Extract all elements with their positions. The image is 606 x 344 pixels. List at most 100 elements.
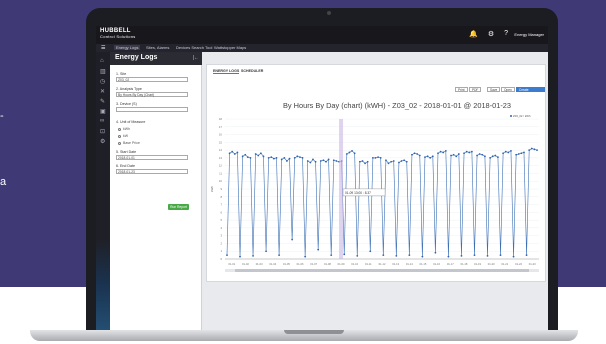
y-tick-label: 17 bbox=[219, 125, 223, 129]
help-icon[interactable]: ? bbox=[504, 30, 508, 38]
open-button[interactable]: Open bbox=[501, 87, 515, 92]
camera-icon bbox=[327, 11, 331, 15]
settings-icon[interactable]: ⚙ bbox=[100, 138, 105, 145]
data-point bbox=[390, 160, 393, 163]
data-point bbox=[403, 159, 406, 162]
data-point bbox=[327, 158, 330, 161]
data-point bbox=[345, 153, 348, 155]
data-point bbox=[312, 158, 314, 161]
tooltip-text: 01-09 13:00 : 8.37 bbox=[345, 191, 371, 195]
data-point bbox=[314, 160, 317, 163]
data-point bbox=[259, 152, 262, 155]
data-point bbox=[330, 254, 333, 257]
save-button[interactable]: Save bbox=[487, 87, 501, 92]
data-point bbox=[525, 254, 528, 257]
tools-icon[interactable]: ✕ bbox=[100, 88, 105, 95]
y-tick-label: 2 bbox=[220, 241, 222, 245]
data-point bbox=[395, 254, 398, 257]
energy-chart[interactable]: 0123456789101112131415161718kWh01-01 01-0… bbox=[207, 109, 547, 281]
data-point bbox=[351, 149, 353, 152]
y-tick-label: 11 bbox=[219, 171, 222, 175]
data-point bbox=[517, 153, 520, 155]
pdf-select[interactable]: PDF bbox=[469, 87, 482, 92]
data-point bbox=[332, 159, 335, 162]
data-point bbox=[520, 152, 523, 155]
radio-base-price[interactable]: Base Price bbox=[118, 141, 140, 145]
x-tick-label: 01-11 bbox=[365, 262, 372, 266]
panel-header: Energy Logs |← bbox=[110, 52, 202, 65]
data-point bbox=[356, 254, 359, 257]
collapse-icon[interactable]: |← bbox=[193, 55, 199, 61]
data-point bbox=[478, 153, 481, 155]
data-point bbox=[377, 156, 379, 159]
lock-icon[interactable]: ⊡ bbox=[100, 128, 105, 135]
data-point bbox=[257, 154, 260, 157]
data-point bbox=[317, 248, 320, 251]
user-name[interactable]: Energy Manager bbox=[514, 32, 544, 37]
data-point bbox=[530, 147, 533, 150]
data-point bbox=[228, 152, 231, 155]
data-point bbox=[463, 152, 465, 155]
x-tick-label: 01-06 bbox=[297, 262, 304, 266]
link-icon[interactable]: ∞ bbox=[100, 118, 104, 124]
radio-kwh[interactable]: kWh bbox=[118, 127, 130, 131]
hamburger-menu-icon[interactable]: ☰ bbox=[101, 45, 105, 51]
y-tick-label: 6 bbox=[220, 210, 222, 214]
create-schedule-button[interactable]: Create Schedule bbox=[516, 87, 545, 96]
marketing-text-2: a bbox=[0, 176, 7, 188]
data-point bbox=[437, 152, 439, 155]
laptop-notch bbox=[284, 330, 344, 334]
data-point bbox=[275, 156, 278, 159]
run-report-button[interactable]: Run Report bbox=[168, 204, 189, 210]
unit-label: 4. Unit of Measure bbox=[116, 120, 146, 124]
x-tick-label: 01-04 bbox=[269, 262, 276, 266]
y-tick-label: 3 bbox=[220, 234, 222, 238]
tab-scheduler[interactable]: SCHEDULER bbox=[241, 69, 263, 73]
radio-dot bbox=[118, 127, 121, 131]
data-point bbox=[366, 160, 369, 163]
data-point bbox=[468, 151, 471, 154]
start-date-input[interactable]: 2018-01-01 bbox=[116, 155, 188, 160]
clock-icon[interactable]: ◷ bbox=[100, 78, 105, 85]
end-date-input[interactable]: 2018-01-23 bbox=[116, 169, 188, 174]
x-tick-label: 01-10 bbox=[351, 262, 358, 266]
data-point bbox=[483, 155, 486, 158]
radio-base-price-label: Base Price bbox=[123, 141, 140, 145]
print-button[interactable]: Print bbox=[455, 87, 468, 92]
data-point bbox=[296, 155, 299, 158]
data-point bbox=[460, 254, 463, 257]
x-tick-label: 01-15 bbox=[420, 262, 427, 266]
y-tick-label: 0 bbox=[220, 257, 222, 261]
x-tick-label: 01-16 bbox=[433, 262, 440, 266]
analysis-type-select[interactable]: By Hours By Day (Chart) bbox=[116, 92, 188, 97]
radio-kw[interactable]: kW bbox=[118, 134, 128, 138]
x-tick-label: 01-20 bbox=[488, 262, 495, 266]
topbar-icons: 🔔 ⚙ ? bbox=[469, 30, 508, 38]
nav-wattstopper-maps[interactable]: Wattstopper Maps bbox=[214, 45, 246, 50]
device-select[interactable] bbox=[116, 107, 188, 112]
gear-icon[interactable]: ⚙ bbox=[488, 30, 494, 38]
data-point bbox=[278, 254, 281, 257]
nav-devices-search[interactable]: Devices Search Tool bbox=[176, 45, 212, 50]
marketing-text-1: - bbox=[0, 110, 4, 122]
chart-icon[interactable]: ▥ bbox=[100, 68, 106, 75]
site-label: 1. Site bbox=[116, 72, 127, 76]
legend-marker bbox=[510, 115, 512, 117]
x-tick-label: 01-09 bbox=[338, 262, 345, 266]
x-tick-label: 01-14 bbox=[406, 262, 413, 266]
building-icon[interactable]: ▣ bbox=[100, 108, 106, 115]
nav-sites-alarms[interactable]: Sites, Alarms bbox=[146, 45, 169, 50]
home-icon[interactable]: ⌂ bbox=[100, 58, 104, 64]
nav-energy-logs[interactable]: Energy Logs bbox=[114, 45, 141, 50]
data-point bbox=[457, 153, 460, 155]
data-point bbox=[239, 255, 241, 258]
site-select[interactable]: Z03_02 bbox=[116, 77, 188, 82]
y-tick-label: 4 bbox=[220, 226, 222, 230]
tab-energy-logs[interactable]: ENERGY LOGS bbox=[213, 69, 240, 74]
bell-icon[interactable]: 🔔 bbox=[469, 30, 478, 38]
y-tick-label: 7 bbox=[220, 203, 222, 207]
app-logo: HUBBELL Control Solutions bbox=[100, 28, 136, 39]
data-point bbox=[288, 157, 291, 160]
data-point bbox=[473, 254, 476, 257]
wrench-icon[interactable]: ✎ bbox=[100, 98, 105, 105]
